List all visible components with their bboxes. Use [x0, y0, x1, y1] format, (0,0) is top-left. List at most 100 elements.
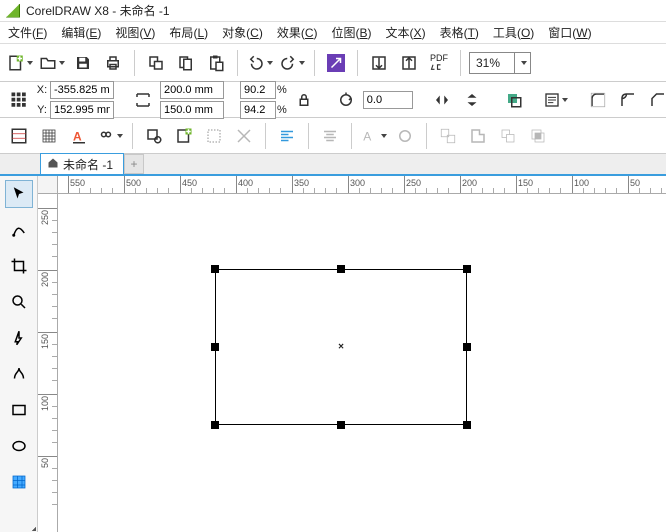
scale-x-input[interactable] [241, 84, 275, 96]
redo-button[interactable] [278, 49, 306, 77]
svg-text:A: A [73, 129, 82, 143]
scale-y-input[interactable] [241, 104, 275, 116]
artistic-media-tool[interactable] [5, 360, 33, 388]
shape-tool[interactable] [5, 216, 33, 244]
snap-button[interactable] [201, 122, 227, 150]
y-position-input[interactable] [51, 104, 113, 116]
zoom-combo[interactable]: 31% [469, 52, 531, 74]
zoom-value: 31% [470, 56, 514, 70]
work-area: 55050045040035030025020015010050 2502001… [0, 176, 666, 532]
menu-view[interactable]: 视图(V) [115, 24, 155, 41]
selection-handle-tr[interactable] [463, 265, 471, 273]
ellipse-tool[interactable] [5, 432, 33, 460]
order-front-button[interactable] [501, 86, 527, 114]
add-page-button[interactable] [171, 122, 197, 150]
new-button[interactable] [6, 49, 34, 77]
lock-ratio-button[interactable] [291, 86, 317, 114]
page: × [70, 202, 658, 524]
menu-effect[interactable]: 效果(C) [277, 24, 318, 41]
x-position-input[interactable] [51, 84, 113, 96]
canvas-area: 55050045040035030025020015010050 2502001… [38, 176, 666, 532]
open-button[interactable] [38, 49, 66, 77]
paste-button[interactable] [203, 49, 229, 77]
menu-edit[interactable]: 编辑(E) [61, 24, 101, 41]
pdf-button[interactable]: PDF [426, 49, 452, 77]
wrap-text-button[interactable] [543, 86, 569, 114]
publish-button[interactable] [396, 49, 422, 77]
document-tab-label: 未命名 -1 [63, 156, 113, 173]
polygon-tool[interactable] [5, 468, 33, 496]
undo-button[interactable] [246, 49, 274, 77]
menu-tools[interactable]: 工具(O) [493, 24, 534, 41]
text-style-button[interactable]: A [360, 122, 388, 150]
corner-scallop-button[interactable] [615, 86, 641, 114]
zoom-dropdown-icon[interactable] [514, 53, 530, 73]
selected-rectangle[interactable]: × [215, 269, 467, 425]
selection-handle-bm[interactable] [337, 421, 345, 429]
export-button[interactable] [366, 49, 392, 77]
document-tab-bar: 未命名 -1 + [0, 154, 666, 176]
cut-button[interactable] [143, 49, 169, 77]
ruler-corner[interactable] [38, 176, 58, 194]
crop-tool[interactable] [5, 252, 33, 280]
outline-style-button[interactable] [392, 122, 418, 150]
rotation-icon [333, 86, 359, 114]
home-icon [47, 157, 59, 172]
window-title: CorelDRAW X8 - 未命名 -1 [26, 2, 170, 19]
selection-handle-br[interactable] [463, 421, 471, 429]
object-position-icon [6, 86, 32, 114]
menu-table[interactable]: 表格(T) [440, 24, 479, 41]
document-tab[interactable]: 未命名 -1 [40, 153, 124, 174]
property-bar: X: Y: % % [0, 82, 666, 118]
toolbox [0, 176, 38, 532]
mirror-h-button[interactable] [429, 86, 455, 114]
mirror-v-button[interactable] [459, 86, 485, 114]
selection-center-icon: × [338, 342, 344, 353]
save-button[interactable] [70, 49, 96, 77]
import-button[interactable] [323, 49, 349, 77]
width-input[interactable] [161, 84, 223, 96]
dynamic-guides-button[interactable] [231, 122, 257, 150]
guideline-button[interactable] [6, 122, 32, 150]
intersect-button[interactable] [525, 122, 551, 150]
view-toggle-button[interactable] [96, 122, 124, 150]
secondary-toolbar: A A [0, 118, 666, 154]
menu-file[interactable]: 文件(F) [8, 24, 47, 41]
grid-button[interactable] [36, 122, 62, 150]
add-document-button[interactable]: + [124, 154, 144, 174]
align-left-button[interactable] [274, 122, 300, 150]
options-button[interactable] [141, 122, 167, 150]
horizontal-ruler[interactable]: 55050045040035030025020015010050 [58, 176, 666, 194]
weld-button[interactable] [465, 122, 491, 150]
selection-handle-tl[interactable] [211, 265, 219, 273]
trim-button[interactable] [495, 122, 521, 150]
corner-chamfer-button[interactable] [645, 86, 666, 114]
selection-handle-ml[interactable] [211, 343, 219, 351]
freehand-tool[interactable] [5, 324, 33, 352]
corner-round-button[interactable] [585, 86, 611, 114]
text-format-button[interactable]: A [66, 122, 92, 150]
standard-toolbar: PDF 31% [0, 44, 666, 82]
print-button[interactable] [100, 49, 126, 77]
zoom-tool[interactable] [5, 288, 33, 316]
rectangle-tool[interactable] [5, 396, 33, 424]
rotation-input[interactable] [364, 94, 412, 106]
selection-handle-tm[interactable] [337, 265, 345, 273]
menu-bar: 文件(F) 编辑(E) 视图(V) 布局(L) 对象(C) 效果(C) 位图(B… [0, 22, 666, 44]
vertical-ruler[interactable]: 25020015010050 [38, 194, 58, 532]
app-logo-icon [6, 4, 20, 18]
copy-button[interactable] [173, 49, 199, 77]
menu-layout[interactable]: 布局(L) [169, 24, 208, 41]
title-bar: CorelDRAW X8 - 未命名 -1 [0, 0, 666, 22]
height-input[interactable] [161, 104, 223, 116]
pick-tool[interactable] [5, 180, 33, 208]
combine-button[interactable] [435, 122, 461, 150]
canvas[interactable]: × [58, 194, 666, 532]
selection-handle-mr[interactable] [463, 343, 471, 351]
selection-handle-bl[interactable] [211, 421, 219, 429]
menu-window[interactable]: 窗口(W) [548, 24, 591, 41]
menu-bitmap[interactable]: 位图(B) [332, 24, 372, 41]
menu-text[interactable]: 文本(X) [386, 24, 426, 41]
align-center-button[interactable] [317, 122, 343, 150]
menu-object[interactable]: 对象(C) [222, 24, 263, 41]
